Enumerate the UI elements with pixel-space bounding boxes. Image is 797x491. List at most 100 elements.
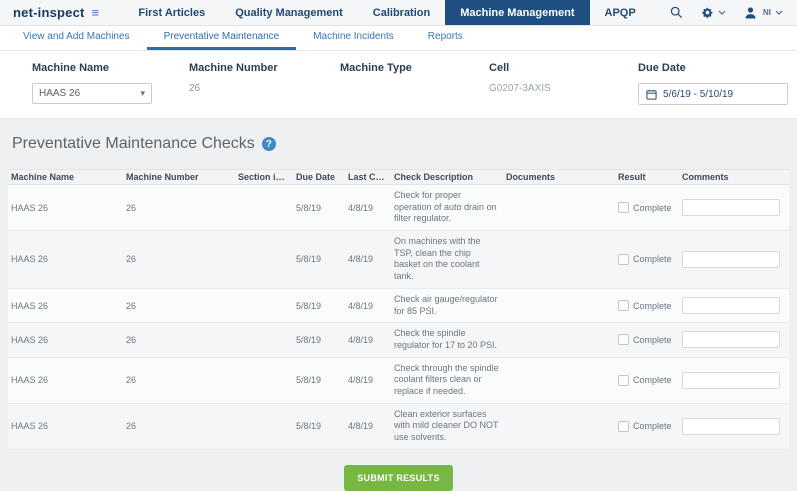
tab-reports[interactable]: Reports [411,26,480,50]
col-header-machine-name[interactable]: Machine Name [8,172,123,182]
cell-last-check: 4/8/19 [345,203,391,213]
select-caret-icon: ▾ [140,88,145,99]
cell-result: Complete [615,421,679,432]
filter-machine-number: Machine Number 26 [189,62,340,105]
page-heading: Preventative Maintenance Checks ? [12,135,789,153]
cell-comments [679,251,789,268]
complete-label: Complete [633,335,672,345]
settings-gear-icon[interactable] [701,6,714,19]
nav-item-quality-management[interactable]: Quality Management [220,0,358,25]
cell-last-check: 4/8/19 [345,254,391,264]
table-row: HAAS 26 26 5/8/19 4/8/19 Check air gauge… [8,289,789,323]
complete-checkbox[interactable] [618,202,629,213]
cell-result: Complete [615,202,679,213]
cell-check-description: Check for proper operation of auto drain… [391,190,503,225]
filter-due-date: Due Date 5/6/19 - 5/10/19 [638,62,797,105]
cell-machine-name: HAAS 26 [8,375,123,385]
complete-checkbox[interactable] [618,300,629,311]
filter-strip: Machine Name HAAS 26 ▾ Machine Number 26… [0,51,797,119]
comment-input[interactable] [682,331,780,348]
col-header-documents[interactable]: Documents [503,172,615,182]
nav-item-first-articles[interactable]: First Articles [123,0,220,25]
cell-last-check: 4/8/19 [345,335,391,345]
cell-check-description: Check through the spindle coolant filter… [391,363,503,398]
page-title: Preventative Maintenance Checks [12,135,255,153]
machine-name-selected-value: HAAS 26 [39,88,80,99]
help-icon[interactable]: ? [262,137,276,151]
complete-checkbox[interactable] [618,375,629,386]
col-header-due-date[interactable]: Due Date [293,172,345,182]
complete-label: Complete [633,301,672,311]
submit-area: SUBMIT RESULTS [8,465,789,491]
user-chevron-down-icon[interactable] [775,10,783,15]
cell-machine-number: 26 [123,335,235,345]
cell-comments [679,331,789,348]
cell-result: Complete [615,375,679,386]
nav-item-machine-management[interactable]: Machine Management [445,0,589,25]
cell-last-check: 4/8/19 [345,421,391,431]
table-row: HAAS 26 26 5/8/19 4/8/19 Check for prope… [8,185,789,231]
table-row: HAAS 26 26 5/8/19 4/8/19 Check through t… [8,358,789,404]
complete-checkbox[interactable] [618,254,629,265]
tab-preventative-maintenance[interactable]: Preventative Maintenance [147,26,297,50]
nav-item-apqp[interactable]: APQP [590,0,651,25]
due-date-range-input[interactable]: 5/6/19 - 5/10/19 [638,83,788,105]
col-header-last-check[interactable]: Last Check ... [345,172,391,182]
table-header-row: Machine Name Machine Number Section in M… [8,169,789,185]
cell-machine-number: 26 [123,421,235,431]
cell-machine-name: HAAS 26 [8,301,123,311]
cell-result: Complete [615,300,679,311]
complete-checkbox[interactable] [618,334,629,345]
pm-table-body: HAAS 26 26 5/8/19 4/8/19 Check for prope… [8,185,789,450]
comment-input[interactable] [682,199,780,216]
cell-check-description: On machines with the TSP, clean the chip… [391,236,503,283]
cell-last-check: 4/8/19 [345,375,391,385]
cell-machine-name: HAAS 26 [8,421,123,431]
complete-label: Complete [633,203,672,213]
col-header-comments[interactable]: Comments [679,172,789,182]
cell-comments [679,297,789,314]
col-header-section-in-manual[interactable]: Section in Man... [235,172,293,182]
cell-due-date: 5/8/19 [293,203,345,213]
cell-due-date: 5/8/19 [293,375,345,385]
cell-machine-name: HAAS 26 [8,335,123,345]
cell-due-date: 5/8/19 [293,421,345,431]
filter-machine-name: Machine Name HAAS 26 ▾ [32,62,189,105]
machine-type-label: Machine Type [340,62,489,74]
settings-chevron-down-icon[interactable] [718,10,726,15]
col-header-machine-number[interactable]: Machine Number [123,172,235,182]
due-date-range-value: 5/6/19 - 5/10/19 [663,89,733,100]
hamburger-menu-icon[interactable]: ≡ [92,6,100,19]
cell-label: Cell [489,62,638,74]
col-header-result[interactable]: Result [615,172,679,182]
cell-result: Complete [615,254,679,265]
search-icon[interactable] [670,6,683,19]
filter-cell: Cell G0207-3AXIS [489,62,638,105]
cell-comments [679,199,789,216]
comment-input[interactable] [682,418,780,435]
cell-check-description: Check the spindle regulator for 17 to 20… [391,328,503,351]
cell-last-check: 4/8/19 [345,301,391,311]
machine-name-select[interactable]: HAAS 26 ▾ [32,83,152,104]
main-nav: First Articles Quality Management Calibr… [123,0,650,25]
complete-checkbox[interactable] [618,421,629,432]
filter-machine-type: Machine Type [340,62,489,105]
pm-checks-table: Machine Name Machine Number Section in M… [8,169,789,450]
tab-view-and-add-machines[interactable]: View and Add Machines [6,26,147,50]
cell-check-description: Check air gauge/regulator for 85 PSI. [391,294,503,317]
submit-results-button[interactable]: SUBMIT RESULTS [344,465,453,491]
user-avatar-icon[interactable] [744,6,757,19]
cell-machine-name: HAAS 26 [8,203,123,213]
nav-item-calibration[interactable]: Calibration [358,0,445,25]
cell-machine-number: 26 [123,203,235,213]
col-header-check-description[interactable]: Check Description [391,172,503,182]
app-logo[interactable]: net-inspect ≡ [0,0,105,25]
cell-check-description: Clean exterior surfaces with mild cleane… [391,409,503,444]
top-actions: NI [670,0,797,25]
calendar-icon [646,89,657,100]
comment-input[interactable] [682,372,780,389]
user-initials: NI [763,8,771,17]
comment-input[interactable] [682,251,780,268]
tab-machine-incidents[interactable]: Machine Incidents [296,26,411,50]
comment-input[interactable] [682,297,780,314]
